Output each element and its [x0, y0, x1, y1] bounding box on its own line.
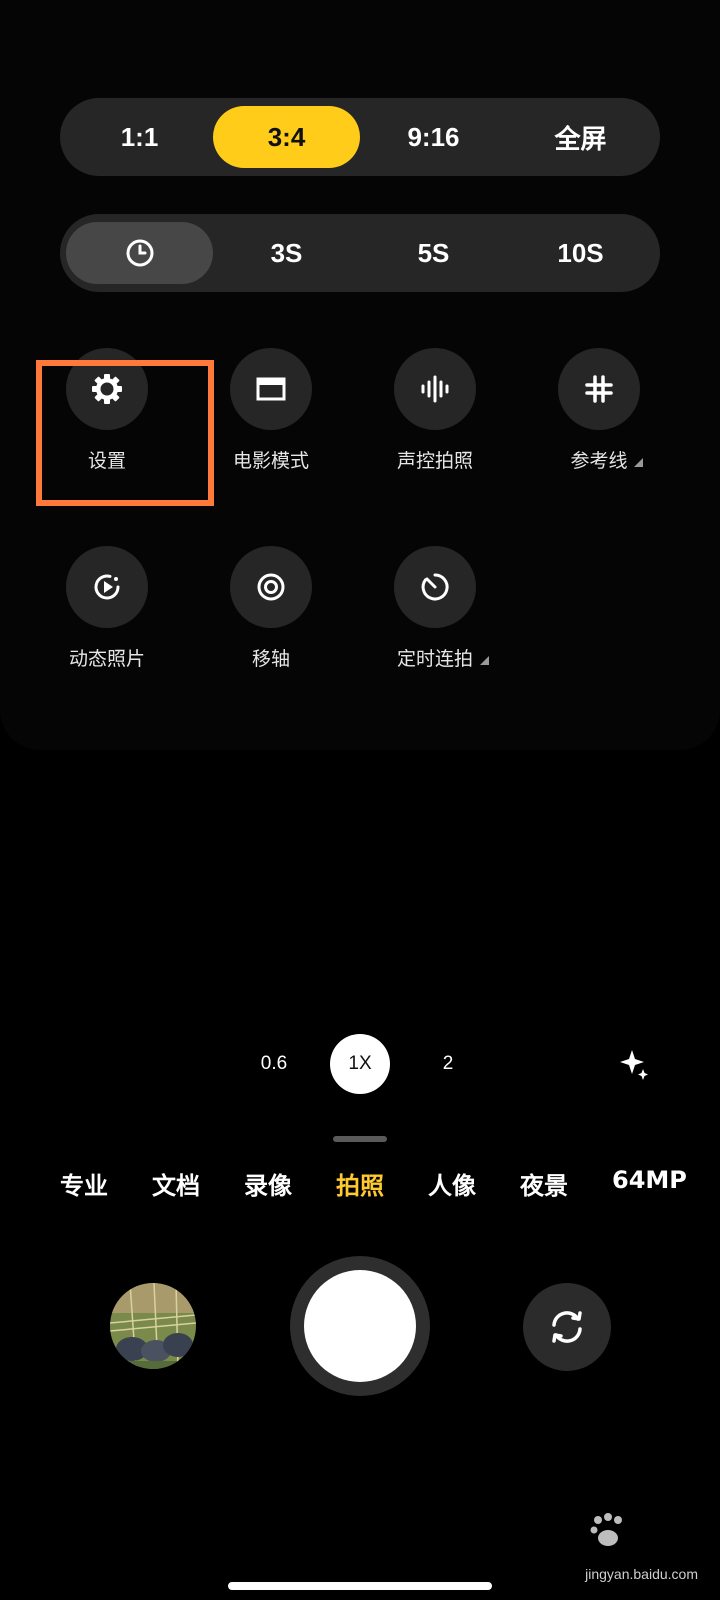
watermark-text: jingyan.baidu.com	[585, 1566, 698, 1582]
mode-document[interactable]: 文档	[152, 1166, 200, 1201]
aspect-1-1[interactable]: 1:1	[66, 106, 213, 168]
live-photo-label: 动态照片	[68, 648, 145, 670]
switch-camera-icon	[552, 1311, 582, 1343]
live-photo-button[interactable]	[66, 546, 148, 628]
aspect-9-16[interactable]: 9:16	[360, 106, 507, 168]
ai-beautify-button[interactable]	[614, 1044, 654, 1084]
timed-burst-tile[interactable]: 定时连拍	[370, 546, 500, 686]
drawer-handle[interactable]	[333, 1136, 387, 1142]
movie-mode-label: 电影模式	[232, 450, 309, 472]
shutter-button[interactable]	[290, 1256, 430, 1396]
movie-mode-button[interactable]	[230, 348, 312, 430]
timer-5s[interactable]: 5S	[360, 222, 507, 284]
voice-shutter-button[interactable]	[394, 348, 476, 430]
voice-shutter-label: 声控拍照	[396, 450, 473, 472]
switch-camera-button[interactable]	[523, 1283, 611, 1371]
settings-highlight-box	[36, 360, 214, 506]
movie-mode-tile[interactable]: 电影模式	[206, 348, 336, 488]
tilt-shift-button[interactable]	[230, 546, 312, 628]
live-photo-icon	[94, 574, 120, 600]
tilt-shift-label: 移轴	[251, 648, 290, 670]
shutter-inner	[304, 1270, 416, 1382]
timed-burst-icon	[421, 573, 449, 601]
home-indicator[interactable]	[228, 1582, 492, 1590]
sparkle-star-icon	[620, 1050, 648, 1080]
timer-3s[interactable]: 3S	[213, 222, 360, 284]
gallery-thumbnail-image	[110, 1283, 196, 1369]
tilt-shift-icon	[257, 573, 285, 601]
voice-shutter-tile[interactable]: 声控拍照	[370, 348, 500, 488]
mode-64mp[interactable]: 64MP	[612, 1166, 687, 1194]
zoom-2[interactable]: 2	[420, 1032, 476, 1096]
baidu-paw-logo	[590, 1513, 622, 1546]
baidu-watermark: jingyan.baidu.com	[550, 1510, 710, 1590]
timer-selector: 3S 5S 10S	[60, 214, 660, 292]
mode-portrait[interactable]: 人像	[428, 1166, 476, 1201]
camera-mode-strip: 专业 文档 录像 拍照 人像 夜景 64MP	[0, 1166, 720, 1206]
aspect-3-4[interactable]: 3:4	[213, 106, 360, 168]
timer-off-button[interactable]	[66, 222, 213, 284]
mode-photo[interactable]: 拍照	[336, 1166, 384, 1201]
mode-video[interactable]: 录像	[244, 1166, 292, 1201]
grid-lines-label: 参考线	[570, 450, 628, 472]
tilt-shift-tile[interactable]: 移轴	[206, 546, 336, 686]
zoom-0-6[interactable]: 0.6	[246, 1032, 302, 1096]
more-options-indicator	[634, 458, 643, 467]
live-photo-tile[interactable]: 动态照片	[42, 546, 172, 686]
grid-lines-button[interactable]	[558, 348, 640, 430]
grid-icon	[585, 375, 613, 403]
mode-pro[interactable]: 专业	[60, 1166, 108, 1201]
aspect-fullscreen[interactable]: 全屏	[507, 106, 654, 168]
timed-burst-button[interactable]	[394, 546, 476, 628]
soundwave-icon	[421, 375, 449, 403]
mode-night[interactable]: 夜景	[520, 1166, 568, 1201]
timer-10s[interactable]: 10S	[507, 222, 654, 284]
aspect-ratio-selector: 1:1 3:4 9:16 全屏	[60, 98, 660, 176]
zoom-1x[interactable]: 1X	[330, 1034, 390, 1094]
widescreen-icon	[256, 377, 286, 401]
gallery-thumbnail[interactable]	[110, 1283, 196, 1369]
clock-icon	[126, 239, 153, 267]
grid-lines-tile[interactable]: 参考线	[534, 348, 664, 488]
more-options-indicator	[480, 656, 489, 665]
